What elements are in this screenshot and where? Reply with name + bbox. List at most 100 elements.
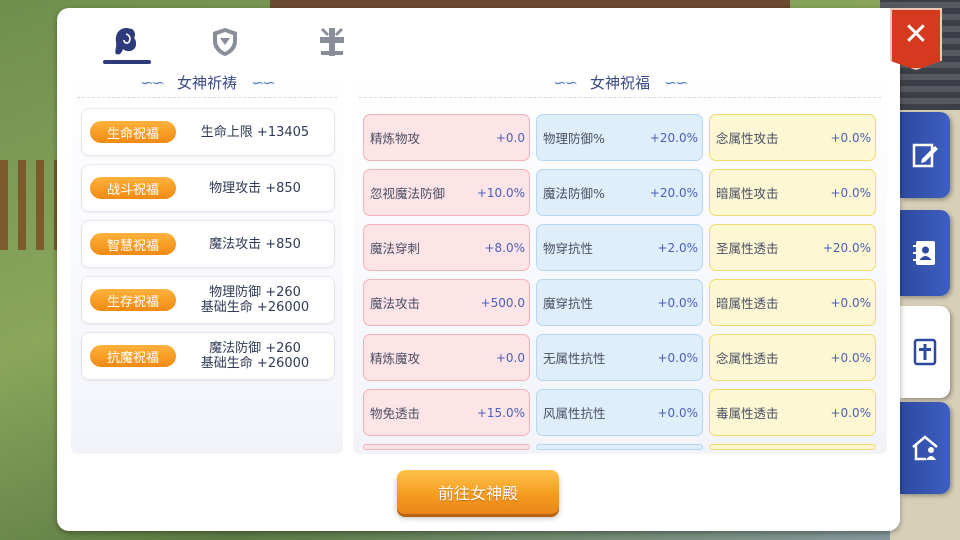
stat-name: 暗属性透击 (716, 296, 779, 311)
stat-cell: 风属性抗性 +0.0% (536, 389, 703, 436)
stat-name: 无属性抗性 (543, 351, 606, 366)
stat-name: 毒属性透击 (716, 406, 779, 421)
background-roof-edge (270, 0, 790, 8)
stat-value: +0.0% (657, 405, 698, 420)
stat-name: 物免透击 (370, 406, 421, 421)
stat-cell: 魔穿抗性 +0.0% (536, 279, 703, 326)
stat-cell: 物免透击 +15.0% (363, 389, 530, 436)
active-tab-indicator (103, 60, 151, 64)
blessing-row-survival: 生存祝福 物理防御 +260 基础生命 +26000 (81, 276, 335, 324)
cross-emblem-icon (320, 27, 344, 56)
stat-cell: 毒属性透击 +0.0% (709, 389, 876, 436)
stat-value: +10.0% (476, 185, 525, 200)
stat-cell: 魔法穿刺 +8.0% (363, 224, 530, 271)
blessing-effect-line: 物理攻击 +850 (209, 180, 301, 196)
stat-name: 圣属性透击 (716, 241, 779, 256)
blessing-tag: 抗魔祝福 (90, 345, 176, 367)
stat-name: 念属性攻击 (716, 131, 779, 146)
blessing-tag: 生存祝福 (90, 289, 176, 311)
goddess-panel: ✕ ∽∽ 女神祈祷 ∽∽ 生命祝福 生命上限 +13405 战斗祝福 物理攻击 … (57, 8, 942, 531)
stat-cell: 精炼魔攻 +0.0 (363, 334, 530, 381)
blessing-effect: 魔法攻击 +850 (176, 237, 334, 252)
close-icon: ✕ (903, 17, 929, 52)
stat-name: 精炼魔攻 (370, 351, 421, 366)
side-tab-edit[interactable] (900, 112, 950, 198)
tab-cross[interactable] (302, 18, 362, 66)
stat-name: 精炼物攻 (370, 131, 421, 146)
bible-cross-icon (913, 338, 937, 366)
stat-cell-clipped (536, 444, 703, 450)
blessing-effect: 生命上限 +13405 (176, 125, 334, 140)
stat-value: +0.0 (495, 350, 525, 365)
contact-book-icon (913, 241, 935, 265)
stat-value: +0.0% (830, 185, 871, 200)
blessing-tag: 智慧祝福 (90, 233, 176, 255)
blessing-effect-line: 物理防御 +260 (209, 285, 301, 300)
stat-value: +20.0% (822, 240, 871, 255)
blessing-effect-line: 魔法防御 +260 (209, 341, 301, 356)
blessing-effect-line: 生命上限 +13405 (200, 124, 310, 140)
edit-note-icon (912, 143, 938, 168)
stat-value: +0.0% (830, 405, 871, 420)
stat-cell: 圣属性透击 +20.0% (709, 224, 876, 271)
stat-cell-clipped (709, 444, 876, 450)
shield-emblem-icon (213, 28, 237, 56)
swirl-ornament-left-icon: ∽∽ (553, 73, 578, 92)
stat-name: 魔穿抗性 (543, 296, 594, 311)
side-tab-contacts[interactable] (900, 210, 950, 296)
blessing-row-wisdom: 智慧祝福 魔法攻击 +850 (81, 220, 335, 268)
stat-name: 魔法穿刺 (370, 241, 421, 256)
stat-value: +15.0% (476, 405, 525, 420)
stat-value: +2.0% (657, 240, 698, 255)
stat-value: +8.0% (484, 240, 525, 255)
swirl-ornament-left-icon: ∽∽ (140, 73, 165, 92)
goddess-prayer-section: ∽∽ 女神祈祷 ∽∽ 生命祝福 生命上限 +13405 战斗祝福 物理攻击 +8… (71, 68, 343, 454)
blessing-effect-line: 基础生命 +26000 (200, 300, 310, 315)
swirl-ornament-right-icon: ∽∽ (251, 73, 276, 92)
blessing-effect-line: 魔法攻击 +850 (209, 236, 301, 252)
house-person-icon (912, 435, 938, 461)
stat-cell: 暗属性透击 +0.0% (709, 279, 876, 326)
stat-name: 暗属性攻击 (716, 186, 779, 201)
blessing-effect-line: 基础生命 +26000 (200, 356, 310, 371)
stat-cell: 物穿抗性 +2.0% (536, 224, 703, 271)
stat-value: +0.0 (495, 130, 525, 145)
stat-cell-clipped (363, 444, 530, 450)
side-tab-guild[interactable] (900, 402, 950, 494)
stat-cell: 念属性攻击 +0.0% (709, 114, 876, 161)
prayer-section-header: ∽∽ 女神祈祷 ∽∽ (77, 68, 337, 98)
tab-goddess[interactable] (97, 18, 157, 66)
tab-shield[interactable] (195, 18, 255, 66)
stat-cell: 忽视魔法防御 +10.0% (363, 169, 530, 216)
stat-cell: 暗属性攻击 +0.0% (709, 169, 876, 216)
background-fence (0, 160, 60, 250)
stat-name: 忽视魔法防御 (370, 186, 446, 201)
stat-cell: 精炼物攻 +0.0 (363, 114, 530, 161)
goddess-head-icon (115, 28, 137, 55)
blessing-section-title: 女神祝福 (589, 74, 650, 92)
stat-cell: 魔法防御% +20.0% (536, 169, 703, 216)
prayer-section-title: 女神祈祷 (176, 74, 237, 92)
stat-name: 物穿抗性 (543, 241, 594, 256)
stat-name: 魔法防御% (543, 186, 605, 201)
stat-cell: 物理防御% +20.0% (536, 114, 703, 161)
stat-name: 魔法攻击 (370, 296, 421, 311)
stat-value: +0.0% (830, 130, 871, 145)
blessing-tag: 生命祝福 (90, 121, 176, 143)
goddess-blessing-section[interactable]: ∽∽ 女神祝福 ∽∽ 精炼物攻 +0.0 物理防御% +20.0% 念属性攻击 +0.0%… (353, 68, 887, 454)
blessing-row-antimagic: 抗魔祝福 魔法防御 +260 基础生命 +26000 (81, 332, 335, 380)
side-tab-goddess[interactable] (900, 306, 950, 398)
stat-value: +0.0% (657, 295, 698, 310)
blessing-section-header: ∽∽ 女神祝福 ∽∽ (359, 68, 881, 98)
stat-value: +20.0% (649, 185, 698, 200)
blessing-effect: 物理攻击 +850 (176, 181, 334, 196)
stat-value: +0.0% (830, 350, 871, 365)
stat-cell: 无属性抗性 +0.0% (536, 334, 703, 381)
go-to-goddess-temple-button[interactable]: 前往女神殿 (397, 470, 559, 514)
blessing-row-battle: 战斗祝福 物理攻击 +850 (81, 164, 335, 212)
close-button[interactable]: ✕ (890, 8, 942, 70)
blessing-tag: 战斗祝福 (90, 177, 176, 199)
stat-cell: 魔法攻击 +500.0 (363, 279, 530, 326)
blessing-effect: 物理防御 +260 基础生命 +26000 (176, 285, 334, 315)
stat-name: 物理防御% (543, 131, 605, 146)
